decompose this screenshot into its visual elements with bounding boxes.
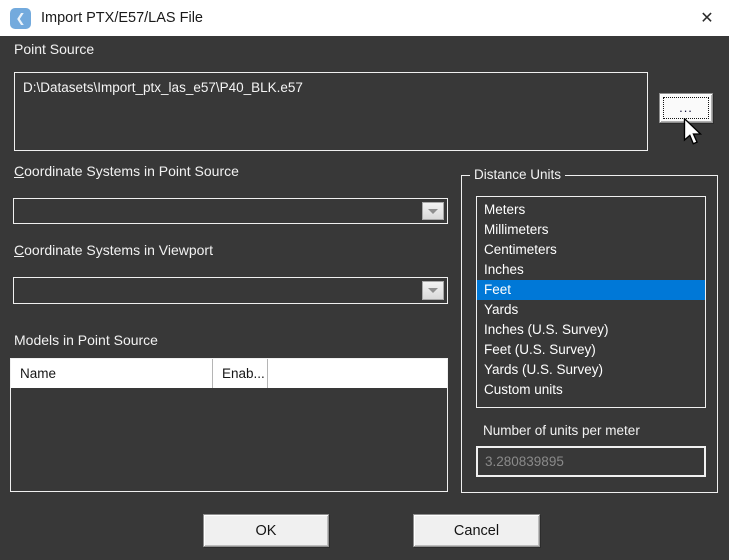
cs-point-source-dropdown-button[interactable]	[422, 202, 444, 220]
app-icon: ❮	[10, 8, 31, 29]
close-button[interactable]: ✕	[694, 6, 720, 30]
models-table-body	[11, 388, 447, 491]
chevron-down-icon	[428, 209, 438, 214]
distance-units-group-label: Distance Units	[470, 167, 565, 182]
column-header-name[interactable]: Name	[11, 359, 213, 388]
unit-option[interactable]: Millimeters	[477, 220, 705, 240]
distance-units-listbox[interactable]: Meters Millimeters Centimeters Inches Fe…	[476, 196, 706, 408]
cs-viewport-dropdown-button[interactable]	[422, 281, 444, 300]
ok-button[interactable]: OK	[203, 514, 329, 547]
point-source-box[interactable]: D:\Datasets\Import_ptx_las_e57\P40_BLK.e…	[14, 72, 648, 151]
unit-option[interactable]: Inches (U.S. Survey)	[477, 320, 705, 340]
back-chevron-icon: ❮	[15, 12, 25, 24]
point-source-label: Point Source	[14, 41, 94, 57]
units-per-meter-label: Number of units per meter	[483, 423, 640, 438]
unit-option[interactable]: Yards	[477, 300, 705, 320]
unit-option[interactable]: Feet	[477, 280, 705, 300]
units-per-meter-input[interactable]	[476, 446, 706, 477]
mouse-cursor	[683, 118, 702, 146]
column-header-spacer	[268, 359, 447, 388]
cs-viewport-label: Coordinate Systems in Viewport	[14, 242, 213, 258]
close-icon: ✕	[700, 8, 713, 28]
point-source-path: D:\Datasets\Import_ptx_las_e57\P40_BLK.e…	[23, 80, 303, 95]
unit-option[interactable]: Meters	[477, 200, 705, 220]
column-header-enabled[interactable]: Enab...	[213, 359, 268, 388]
import-dialog: ❮ Import PTX/E57/LAS File ✕ Point Source…	[0, 0, 729, 560]
models-label: Models in Point Source	[14, 332, 158, 348]
unit-option[interactable]: Yards (U.S. Survey)	[477, 360, 705, 380]
models-table[interactable]: Name Enab...	[10, 358, 448, 492]
unit-option[interactable]: Feet (U.S. Survey)	[477, 340, 705, 360]
cs-viewport-combobox[interactable]	[13, 277, 448, 304]
unit-option[interactable]: Custom units	[477, 380, 705, 400]
cancel-button[interactable]: Cancel	[413, 514, 540, 547]
titlebar: ❮ Import PTX/E57/LAS File ✕	[0, 0, 729, 36]
cs-point-source-combobox[interactable]	[13, 198, 448, 224]
chevron-down-icon	[428, 288, 438, 293]
unit-option[interactable]: Centimeters	[477, 240, 705, 260]
unit-option[interactable]: Inches	[477, 260, 705, 280]
cs-point-source-label: Coordinate Systems in Point Source	[14, 163, 239, 179]
models-table-header: Name Enab...	[11, 359, 447, 388]
window-title: Import PTX/E57/LAS File	[41, 10, 203, 26]
